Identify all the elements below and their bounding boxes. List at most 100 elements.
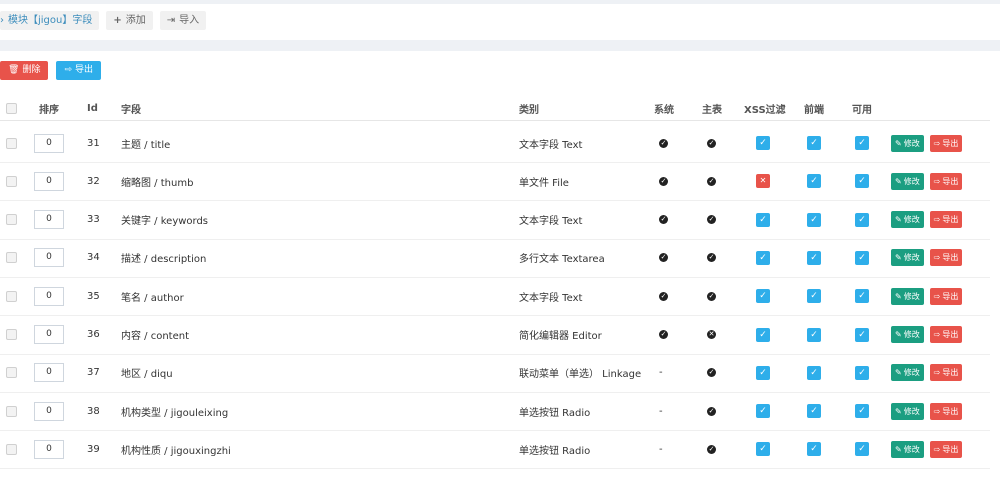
row-export-button[interactable]: ⇨ 导出: [929, 172, 963, 190]
top-strip: [0, 0, 1000, 4]
field-type: 联动菜单（单选） Linkage: [519, 369, 642, 381]
header-id[interactable]: Id: [87, 96, 98, 120]
table-row: 0 33 关键字 / keywords 文本字段 Text ✓ ✓ ✓ ✓ ✓ ✎ 修改 ⇨ 导出: [0, 201, 990, 240]
enabled-checkbox-checked[interactable]: ✓: [855, 365, 869, 380]
row-checkbox[interactable]: [6, 405, 17, 417]
field-name: 地区 / diqu: [121, 369, 173, 381]
row-checkbox[interactable]: [6, 443, 17, 455]
front-checkbox-checked[interactable]: ✓: [807, 174, 821, 189]
order-cell: 0: [34, 277, 64, 315]
row-export-button[interactable]: ⇨ 导出: [929, 402, 963, 420]
enabled-checkbox-checked[interactable]: ✓: [855, 250, 869, 265]
order-input[interactable]: 0: [34, 171, 64, 191]
row-checkbox[interactable]: [6, 290, 17, 302]
xss-checkbox-checked[interactable]: ✓: [756, 327, 770, 342]
xss-checkbox-checked[interactable]: ✓: [756, 404, 770, 419]
xss-checkbox-checked[interactable]: ✓: [756, 250, 770, 265]
edit-button[interactable]: ✎ 修改: [891, 440, 924, 458]
enabled-checkbox-checked[interactable]: ✓: [855, 327, 869, 342]
header-main: 主表: [702, 104, 722, 116]
order-input[interactable]: 0: [34, 210, 64, 230]
order-input[interactable]: 0: [34, 439, 64, 459]
row-export-button[interactable]: ⇨ 导出: [929, 134, 963, 152]
front-checkbox-checked[interactable]: ✓: [807, 365, 821, 380]
xss-checkbox-checked[interactable]: ✓: [756, 289, 770, 304]
row-export-button[interactable]: ⇨ 导出: [929, 326, 963, 343]
xss-cell: ✓: [756, 239, 770, 277]
delete-label: 删除: [22, 65, 41, 75]
xss-checkbox-checked[interactable]: ✓: [756, 365, 770, 380]
delete-button[interactable]: 🗑 删除: [0, 61, 49, 80]
separator-band: [0, 40, 1000, 51]
front-checkbox-checked[interactable]: ✓: [807, 136, 821, 150]
enabled-checkbox-checked[interactable]: ✓: [855, 289, 869, 304]
enabled-checkbox-checked[interactable]: ✓: [855, 174, 869, 189]
row-checkbox[interactable]: [6, 175, 17, 187]
row-checkbox[interactable]: [6, 252, 17, 264]
edit-icon: ✎: [895, 176, 902, 186]
order-input[interactable]: 0: [34, 363, 64, 383]
order-input[interactable]: 0: [34, 325, 64, 344]
row-export-button[interactable]: ⇨ 导出: [929, 249, 963, 267]
x-circle-icon: ✕: [707, 330, 716, 339]
front-checkbox-checked[interactable]: ✓: [807, 212, 821, 227]
order-input[interactable]: 0: [34, 133, 64, 153]
enabled-cell: ✓: [855, 162, 869, 200]
export-label: 导出: [942, 215, 959, 225]
select-all-checkbox[interactable]: [6, 102, 17, 114]
main-table-status: ✓: [707, 201, 716, 239]
row-export-button[interactable]: ⇨ 导出: [929, 211, 963, 229]
enabled-checkbox-checked[interactable]: ✓: [855, 212, 869, 227]
front-checkbox-checked[interactable]: ✓: [807, 289, 821, 304]
xss-checkbox-checked[interactable]: ✓: [756, 212, 770, 227]
xss-checkbox-checked[interactable]: ✓: [756, 442, 770, 457]
dash-text: -: [659, 443, 663, 455]
edit-button[interactable]: ✎ 修改: [891, 287, 924, 305]
field-name: 笔名 / author: [121, 292, 184, 304]
tab-module-fields[interactable]: › 模块【jigou】字段: [0, 11, 100, 30]
system-status: ✓: [659, 201, 668, 239]
tab-import[interactable]: ⇥ 导入: [159, 11, 207, 30]
header-sort[interactable]: 排序: [39, 96, 59, 120]
check-circle-icon: ✓: [659, 215, 668, 225]
enabled-checkbox-checked[interactable]: ✓: [855, 442, 869, 457]
export-button[interactable]: ⇨ 导出: [56, 61, 102, 80]
front-checkbox-checked[interactable]: ✓: [807, 327, 821, 342]
edit-button[interactable]: ✎ 修改: [891, 172, 924, 190]
select-all-cell: [6, 96, 17, 120]
edit-button[interactable]: ✎ 修改: [891, 402, 924, 420]
toolbar: 🗑 删除 ⇨ 导出: [0, 61, 102, 80]
enabled-checkbox-checked[interactable]: ✓: [855, 404, 869, 419]
edit-button[interactable]: ✎ 修改: [891, 134, 924, 152]
row-export-button[interactable]: ⇨ 导出: [929, 440, 963, 458]
export-icon: ⇨: [933, 291, 941, 301]
front-checkbox-checked[interactable]: ✓: [807, 404, 821, 419]
table-row: 0 34 描述 / description 多行文本 Textarea ✓ ✓ ✓ ✓ ✓ ✎ 修改…: [0, 239, 990, 278]
field-name: 内容 / content: [121, 331, 190, 342]
xss-cell: ✓: [756, 277, 770, 315]
front-checkbox-checked[interactable]: ✓: [807, 250, 821, 265]
id-cell: 32: [87, 175, 100, 187]
tab-add[interactable]: + 添加: [106, 11, 153, 30]
front-checkbox-checked[interactable]: ✓: [807, 442, 821, 457]
row-checkbox[interactable]: [6, 214, 17, 226]
order-input[interactable]: 0: [34, 401, 64, 421]
order-input[interactable]: 0: [34, 248, 64, 268]
row-checkbox[interactable]: [6, 137, 17, 149]
edit-button[interactable]: ✎ 修改: [891, 211, 924, 229]
enabled-checkbox-checked[interactable]: ✓: [855, 136, 869, 150]
xss-checkbox-checked[interactable]: ✓: [756, 136, 770, 150]
edit-button[interactable]: ✎ 修改: [891, 249, 924, 267]
edit-button[interactable]: ✎ 修改: [891, 326, 924, 343]
order-input[interactable]: 0: [34, 286, 64, 306]
row-export-button[interactable]: ⇨ 导出: [929, 364, 963, 382]
row-checkbox[interactable]: [6, 367, 17, 379]
row-checkbox[interactable]: [6, 329, 17, 340]
xss-checkbox-unchecked[interactable]: ✕: [756, 174, 770, 189]
id-cell: 36: [87, 329, 100, 340]
id-cell: 34: [87, 252, 100, 264]
system-status: ✓: [659, 239, 668, 277]
row-export-button[interactable]: ⇨ 导出: [929, 287, 963, 305]
edit-button[interactable]: ✎ 修改: [891, 364, 924, 382]
edit-label: 修改: [903, 138, 920, 148]
